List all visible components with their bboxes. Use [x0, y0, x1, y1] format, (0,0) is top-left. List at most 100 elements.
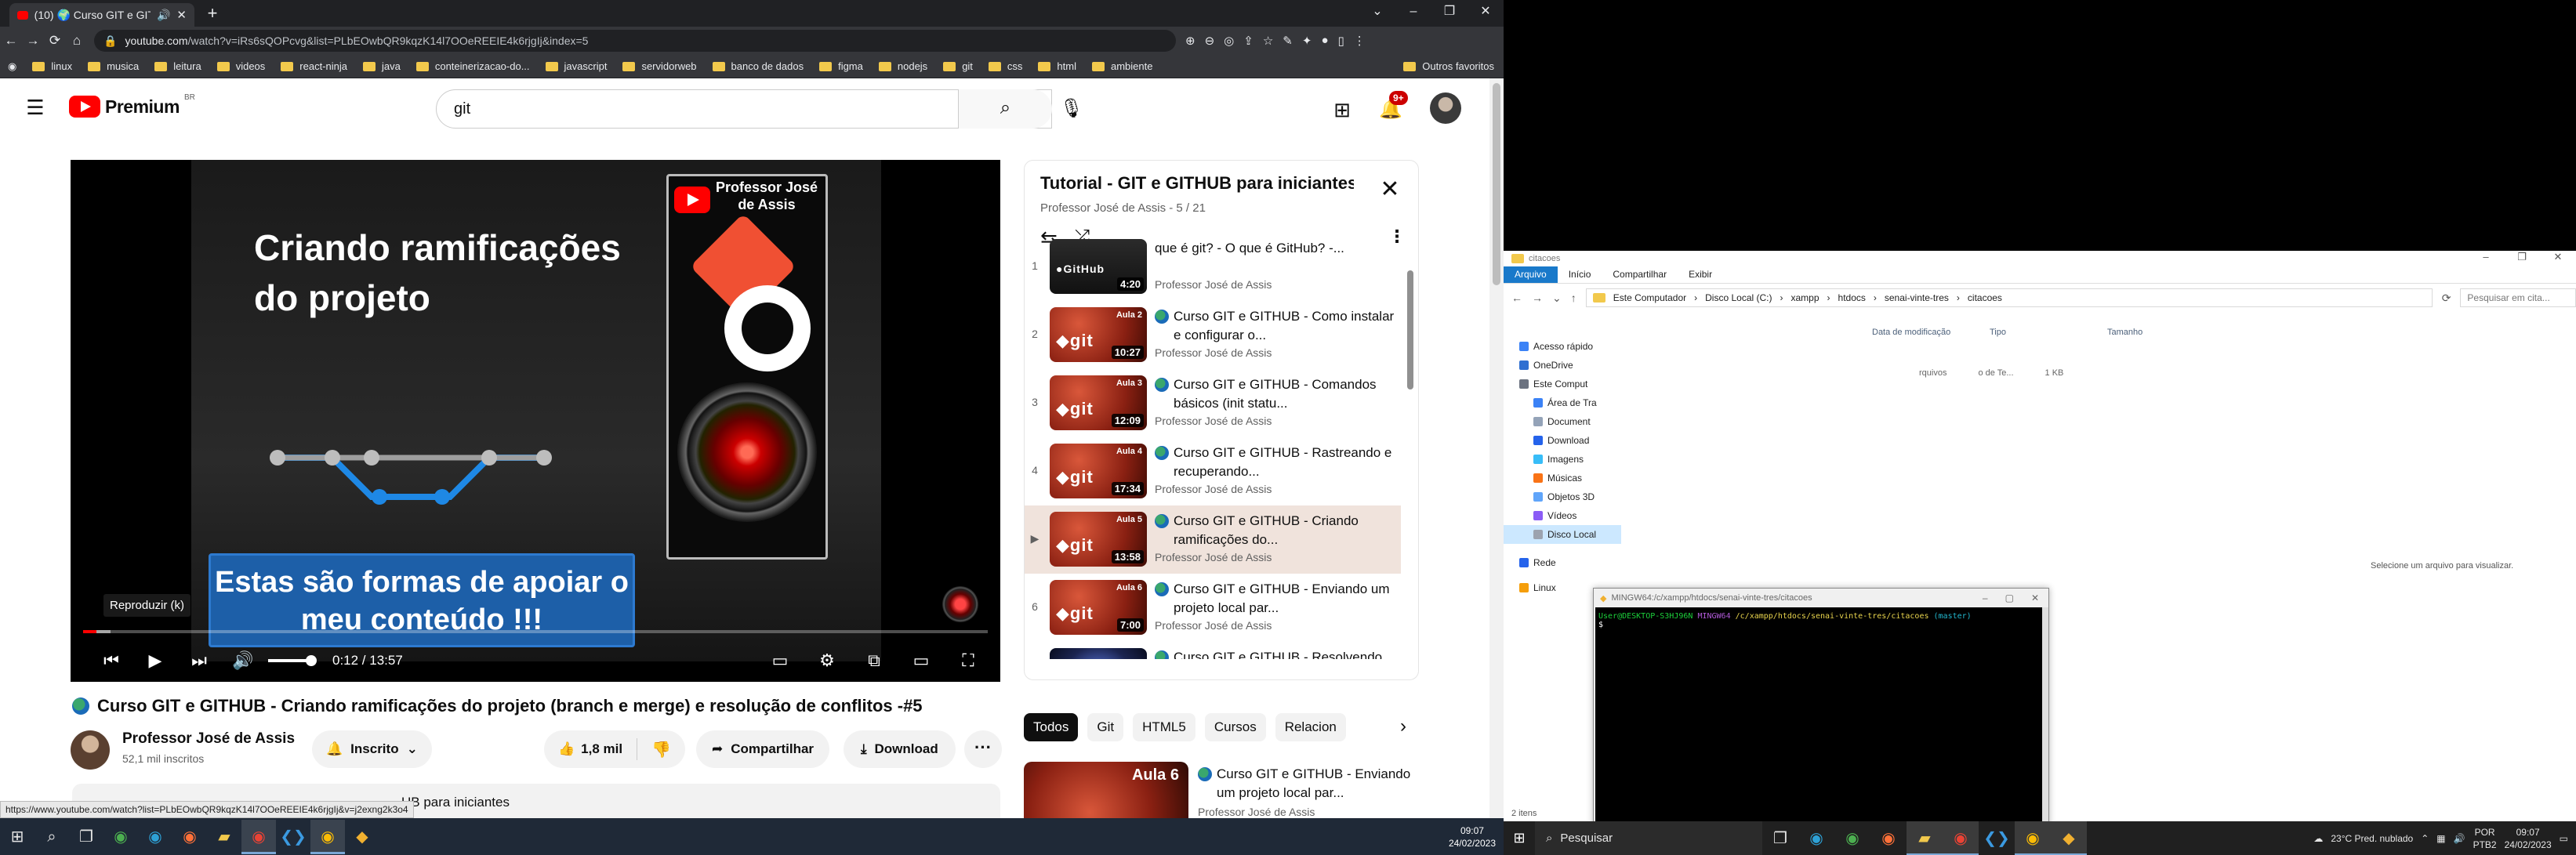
bookmark-item[interactable]: ambiente	[1091, 60, 1152, 72]
bookmark-item[interactable]: leitura	[154, 60, 201, 72]
ribbon-tab-3[interactable]: Exibir	[1678, 266, 1723, 283]
breadcrumb-item[interactable]: Disco Local (C:)	[1705, 292, 1772, 303]
download-button[interactable]: ⤓ Download	[844, 730, 956, 768]
ribbon-tab-1[interactable]: Início	[1558, 266, 1602, 283]
volume-icon[interactable]: 🔊	[2454, 833, 2465, 844]
language-indicator[interactable]: POR PTB2	[2473, 826, 2497, 851]
sidepanel-icon[interactable]: ▯	[1338, 34, 1344, 48]
nav-item[interactable]: Vídeos	[1504, 506, 1621, 525]
voice-search-button[interactable]: 🎙	[1052, 89, 1091, 129]
terminal-output[interactable]: User@DESKTOP-S3HJ96N MINGW64 /c/xampp/ht…	[1595, 607, 2042, 855]
tab-audio-icon[interactable]: 🔊	[157, 9, 170, 22]
chrome-menu-icon[interactable]: ⋮	[1354, 34, 1366, 48]
zoom-icon[interactable]: ⊖	[1205, 34, 1215, 48]
account-avatar[interactable]	[1430, 92, 1461, 124]
breadcrumb-item[interactable]: citacoes	[1968, 292, 2002, 303]
task-view-icon[interactable]: ❐	[1762, 821, 1798, 855]
video-player[interactable]: Criando ramificações do projeto Professo…	[71, 160, 1000, 682]
browser-tab[interactable]: (10) 🌍 Curso GIT e GITHU 🔊 ✕	[9, 3, 194, 27]
miniplayer-icon[interactable]: ⧉	[858, 650, 891, 671]
playlist-item[interactable]: 3 Aula 3 ◆git 12:09 Curso GIT e GITHUB - Com…	[1025, 369, 1401, 437]
youtube-logo[interactable]: Premium BR	[69, 93, 195, 118]
volume-icon[interactable]: 🔊	[221, 650, 265, 671]
install-icon[interactable]: ⊕	[1185, 34, 1195, 48]
fullscreen-icon[interactable]: ⛶	[952, 650, 985, 671]
right-clock[interactable]: 09:07 24/02/2023	[2505, 826, 2552, 851]
breadcrumb-item[interactable]: xampp	[1791, 292, 1819, 303]
share-icon[interactable]: ⇪	[1243, 34, 1254, 48]
like-button[interactable]: 👍 1,8 mil	[544, 738, 638, 760]
volume-slider[interactable]	[268, 655, 317, 666]
subscribed-button[interactable]: 🔔 Inscrito ⌄	[312, 730, 432, 768]
close-window-button[interactable]: ✕	[2031, 592, 2039, 603]
vscode-icon[interactable]: ❮❯	[1979, 821, 2015, 855]
profile-icon[interactable]: ●	[1321, 34, 1328, 48]
channel-name[interactable]: Professor José de Assis	[122, 730, 295, 748]
minimize-button[interactable]: –	[1983, 592, 1988, 603]
playlist-scrollbar[interactable]	[1407, 270, 1413, 389]
nav-item[interactable]: Imagens	[1504, 450, 1621, 469]
maximize-button[interactable]: ▢	[2005, 592, 2014, 603]
vscode-icon[interactable]: ❮❯	[276, 820, 310, 854]
subtitles-icon[interactable]: ▭	[764, 650, 796, 671]
git-bash-icon[interactable]: ◆	[2051, 821, 2087, 855]
bookmark-item[interactable]: react-ninja	[281, 60, 347, 72]
puzzle-icon[interactable]: ✦	[1302, 34, 1312, 48]
next-icon[interactable]: ⏭	[177, 650, 221, 671]
bookmark-item[interactable]: videos	[216, 60, 265, 72]
search-button[interactable]: ⌕	[958, 89, 1052, 129]
nav-item[interactable]: OneDrive	[1504, 356, 1621, 375]
playlist-item[interactable]: 1 ●GitHub 4:20 que é git? - O que é GitHub?…	[1025, 233, 1401, 301]
nav-item[interactable]: Acesso rápido	[1504, 337, 1621, 356]
terminal-scrollbar[interactable]	[2042, 607, 2048, 855]
chrome-profile-icon[interactable]: ◉	[2015, 821, 2051, 855]
channel-avatar[interactable]	[71, 730, 110, 770]
nav-item[interactable]: Área de Tra	[1504, 393, 1621, 412]
close-window-button[interactable]: ✕	[2540, 251, 2576, 263]
chip-html5[interactable]: HTML5	[1133, 713, 1195, 741]
minimize-button[interactable]: –	[2468, 251, 2504, 263]
chevron-right-icon[interactable]: ›	[1389, 713, 1417, 741]
breadcrumb-item[interactable]: senai-vinte-tres	[1885, 292, 1949, 303]
restore-button[interactable]: ❐	[1431, 0, 1468, 27]
nav-item[interactable]: Document	[1504, 412, 1621, 431]
close-window-button[interactable]: ✕	[1468, 0, 1504, 27]
minimize-button[interactable]: –	[1395, 0, 1431, 27]
maximize-button[interactable]: ❐	[2504, 251, 2540, 263]
page-scrollbar[interactable]	[1489, 78, 1504, 820]
settings-gear-icon[interactable]: ⚙	[811, 650, 844, 671]
explorer-address[interactable]: Este Computador › Disco Local (C:) › xampp › h…	[1585, 288, 2433, 307]
channel-watermark-icon[interactable]	[942, 586, 978, 622]
bookmark-item[interactable]: conteinerizacao-do...	[415, 60, 530, 72]
column-header[interactable]: Tamanho	[2107, 328, 2225, 337]
bookmark-item[interactable]: linux	[32, 60, 72, 72]
progress-bar[interactable]	[83, 630, 988, 633]
previous-icon[interactable]: ⏮	[89, 650, 133, 671]
explorer-search[interactable]: Pesquisar em cita...	[2460, 288, 2576, 307]
nav-item[interactable]: Disco Local	[1504, 525, 1621, 544]
chrome-active-icon[interactable]: ◉	[241, 819, 276, 854]
back-icon[interactable]: ←	[0, 33, 22, 49]
chip-relacion[interactable]: Relacion	[1275, 713, 1346, 741]
ribbon-tab-2[interactable]: Compartilhar	[1602, 266, 1678, 283]
chip-git[interactable]: Git	[1087, 713, 1124, 741]
edge-icon[interactable]: ◉	[1798, 821, 1834, 855]
taskbar-search[interactable]: ⌕ Pesquisar	[1535, 821, 1762, 855]
firefox-icon[interactable]: ◉	[1870, 821, 1907, 855]
refresh-icon[interactable]: ⟳	[2442, 292, 2451, 305]
create-video-button[interactable]: ⊞	[1326, 94, 1358, 125]
bookmark-item[interactable]: musica	[88, 60, 139, 72]
close-tab-icon[interactable]: ✕	[176, 8, 187, 22]
edge-icon[interactable]: ◉	[138, 820, 172, 854]
more-actions-button[interactable]: ···	[964, 730, 1002, 768]
forward-icon[interactable]: →	[22, 33, 44, 49]
network-icon[interactable]: ▦	[2436, 833, 2445, 844]
windows-start-icon[interactable]: ⊞	[1504, 830, 1535, 846]
bookmark-item[interactable]: nodejs	[878, 60, 927, 72]
dislike-button[interactable]: 👎	[637, 740, 685, 759]
playlist-item[interactable]: 4 Aula 4 ◆git 17:34 Curso GIT e GITHUB - Ras…	[1025, 437, 1401, 505]
explorer-file-row[interactable]: rquivos o de Te... 1 KB	[1919, 368, 2063, 378]
nav-item[interactable]: Músicas	[1504, 469, 1621, 487]
file-explorer-icon[interactable]: ▰	[207, 820, 241, 854]
playlist-item[interactable]: 6 Aula 6 ◆git 7:00 Curso GIT e GITHUB - Envi…	[1025, 574, 1401, 642]
